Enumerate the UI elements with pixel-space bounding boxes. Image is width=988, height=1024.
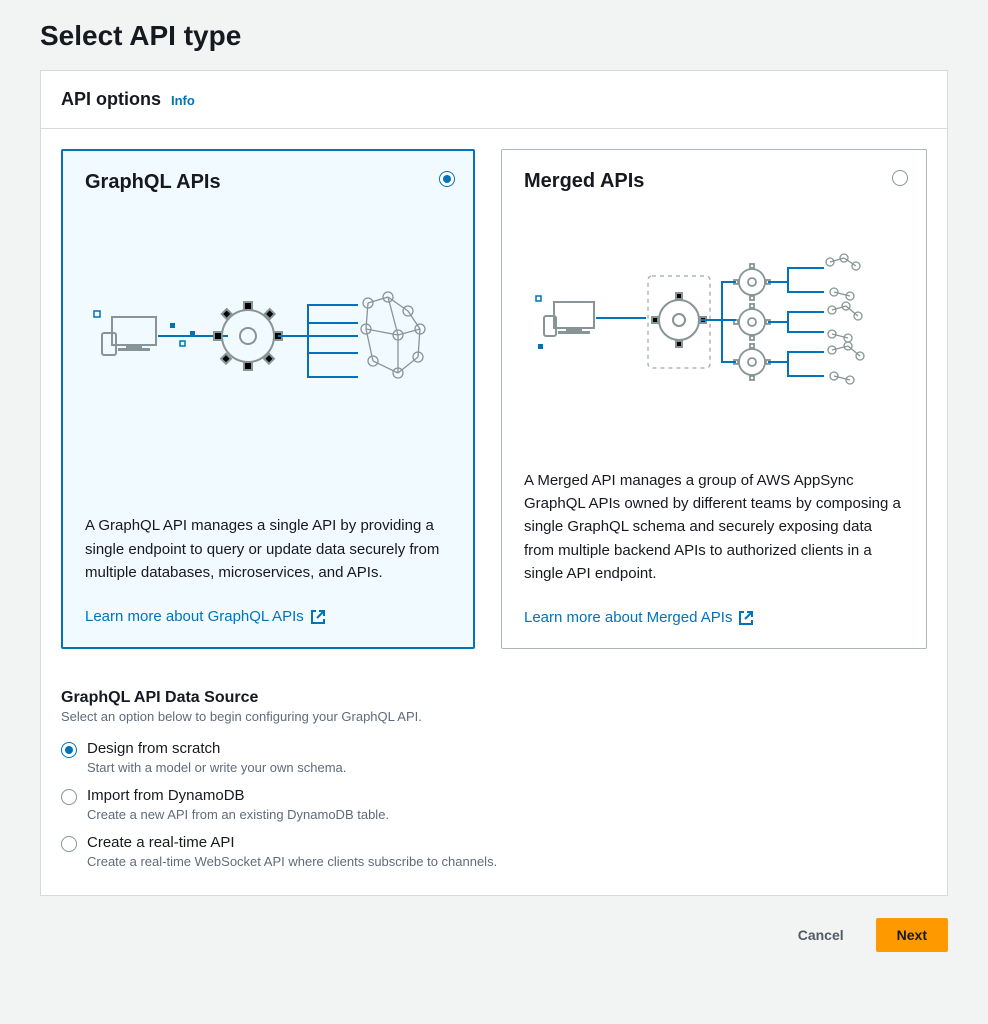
card-description: A Merged API manages a group of AWS AppS… [524,469,904,585]
card-title: Merged APIs [524,170,904,193]
next-button[interactable]: Next [876,918,948,952]
radio-icon [892,168,908,189]
option-label: Create a real-time API [87,834,497,852]
option-design-from-scratch[interactable]: Design from scratch Start with a model o… [61,734,927,781]
radio-icon [61,742,77,758]
merged-illustration [524,205,904,469]
option-card-graphql[interactable]: GraphQL APIs [61,149,475,649]
panel-title: API options [61,89,161,110]
option-desc: Create a real-time WebSocket API where c… [87,854,497,869]
learn-more-graphql-link[interactable]: Learn more about GraphQL APIs [85,608,451,625]
panel-header: API options Info [41,71,947,129]
graphql-illustration [85,206,451,514]
data-source-options: Design from scratch Start with a model o… [61,734,927,875]
option-label: Design from scratch [87,740,346,758]
card-title: GraphQL APIs [85,171,451,194]
option-desc: Create a new API from an existing Dynamo… [87,807,389,822]
card-description: A GraphQL API manages a single API by pr… [85,514,451,584]
wizard-footer: Cancel Next [40,918,948,952]
radio-icon [61,789,77,805]
option-import-dynamodb[interactable]: Import from DynamoDB Create a new API fr… [61,781,927,828]
api-type-cards: GraphQL APIs [61,149,927,649]
data-source-section: GraphQL API Data Source Select an option… [61,689,927,875]
external-link-icon [738,610,754,626]
learn-more-merged-link[interactable]: Learn more about Merged APIs [524,609,904,626]
option-desc: Start with a model or write your own sch… [87,760,346,775]
api-options-panel: API options Info GraphQL APIs [40,70,948,896]
radio-icon [439,169,455,187]
option-realtime-api[interactable]: Create a real-time API Create a real-tim… [61,828,927,875]
option-card-merged[interactable]: Merged APIs [501,149,927,649]
section-title: GraphQL API Data Source [61,689,927,707]
cancel-button[interactable]: Cancel [778,918,864,952]
page-title: Select API type [40,20,948,52]
radio-icon [61,836,77,852]
link-text: Learn more about Merged APIs [524,609,732,626]
option-label: Import from DynamoDB [87,787,389,805]
link-text: Learn more about GraphQL APIs [85,608,304,625]
external-link-icon [310,609,326,625]
panel-body: GraphQL APIs [41,129,947,895]
info-link[interactable]: Info [171,93,195,108]
section-subtitle: Select an option below to begin configur… [61,709,927,724]
